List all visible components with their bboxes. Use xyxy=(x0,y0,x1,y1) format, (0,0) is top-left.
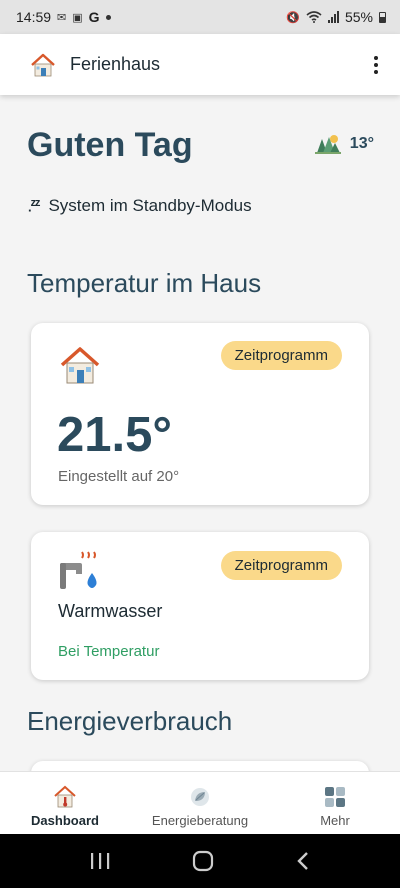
forest-sun-icon xyxy=(314,135,341,154)
schedule-badge: Zeitprogramm xyxy=(220,551,342,580)
system-navigation-bar xyxy=(0,834,400,888)
hot-water-card[interactable]: Zeitprogramm Warmwasser Bei Temperatur xyxy=(31,532,369,680)
google-icon: G xyxy=(88,9,100,25)
status-bar: 14:59 ✉ ▣ G 🔇 55% xyxy=(0,0,400,34)
sleep-zzz-icon: .zz xyxy=(28,197,41,215)
house-icon xyxy=(31,53,55,76)
message-icon: ✉ xyxy=(57,11,67,24)
nav-item-dashboard[interactable]: Dashboard xyxy=(0,772,130,834)
standby-status: .zz System im Standby-Modus xyxy=(28,196,252,216)
nav-label-mehr: Mehr xyxy=(320,813,350,828)
hot-water-label: Warmwasser xyxy=(58,601,163,621)
wifi-icon xyxy=(306,11,322,23)
app-title: Ferienhaus xyxy=(70,54,161,74)
schedule-badge: Zeitprogramm xyxy=(220,341,342,370)
nav-item-energieberatung[interactable]: Energieberatung xyxy=(130,772,270,834)
notification-dot-icon xyxy=(105,14,111,20)
section-title-temperature: Temperatur im Haus xyxy=(27,268,262,298)
battery-percent: 55% xyxy=(344,9,373,25)
house-icon xyxy=(60,347,100,384)
house-temperature-card[interactable]: Zeitprogramm 21.5° Eingestellt auf 20° xyxy=(31,323,369,505)
nav-label-energieberatung: Energieberatung xyxy=(151,813,249,828)
more-options-icon[interactable] xyxy=(370,50,382,80)
recent-apps-icon[interactable] xyxy=(89,851,111,871)
gallery-icon: ▣ xyxy=(72,11,83,24)
thermometer-house-icon xyxy=(54,785,76,808)
hot-water-tap-icon xyxy=(60,551,97,589)
nav-item-mehr[interactable]: Mehr xyxy=(270,772,400,834)
nav-label-dashboard: Dashboard xyxy=(31,813,99,828)
back-icon[interactable] xyxy=(295,851,311,871)
hot-water-status: Bei Temperatur xyxy=(58,643,160,660)
leaf-icon xyxy=(191,788,209,806)
battery-icon xyxy=(379,11,386,23)
standby-text: System im Standby-Modus xyxy=(48,196,252,215)
setpoint-text: Eingestellt auf 20° xyxy=(58,468,180,485)
status-time: 14:59 xyxy=(16,9,52,25)
signal-icon xyxy=(327,11,339,23)
section-title-energy: Energieverbrauch xyxy=(27,706,233,736)
weather-widget[interactable]: 13° xyxy=(314,133,374,155)
home-button-icon[interactable] xyxy=(192,850,214,872)
indoor-temperature: 21.5° xyxy=(57,408,172,462)
greeting-title: Guten Tag xyxy=(27,126,193,164)
grid-icon xyxy=(325,787,345,807)
outdoor-temperature: 13° xyxy=(349,135,374,152)
app-bar: Ferienhaus xyxy=(0,34,400,95)
mute-icon: 🔇 xyxy=(286,11,300,24)
bottom-navigation: Dashboard Energieberatung Mehr xyxy=(0,771,400,834)
